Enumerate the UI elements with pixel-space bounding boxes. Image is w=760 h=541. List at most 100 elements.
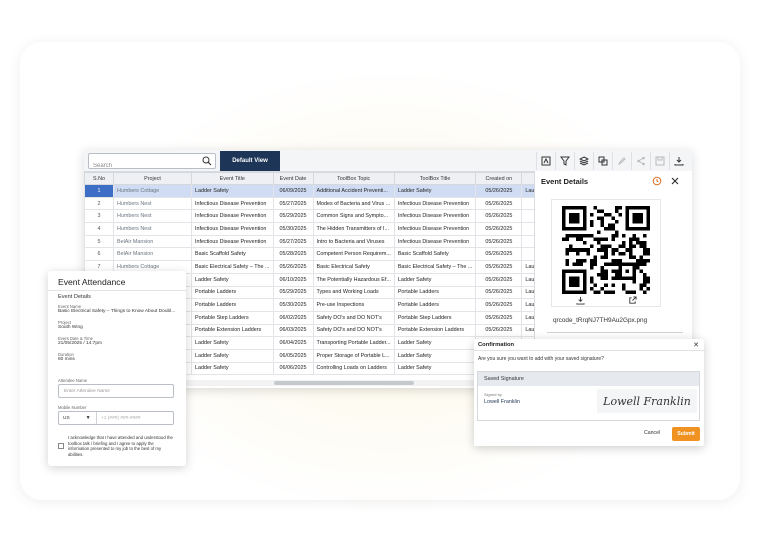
- save-icon[interactable]: [650, 152, 669, 170]
- download-icon[interactable]: [576, 296, 585, 305]
- table-cell-topic: Safety DO's and DO NOT's: [312, 323, 395, 338]
- divider: [48, 290, 186, 291]
- divider: [547, 332, 683, 333]
- table-cell-created: 05/26/2025: [475, 310, 523, 325]
- copy-icon[interactable]: [593, 152, 612, 170]
- table-cell-tbtitle: Basic Scaffold Safety: [393, 247, 477, 262]
- project-value: South Wing: [58, 325, 83, 330]
- dialog-title: Confirmation: [478, 342, 515, 348]
- table-cell-created: 05/26/2025: [475, 196, 523, 211]
- table-cell-tbtitle: Infectious Disease Prevention: [393, 196, 477, 211]
- external-link-icon[interactable]: [628, 296, 637, 305]
- toolbar: Default View: [84, 150, 692, 173]
- submit-button[interactable]: Submit: [672, 427, 700, 441]
- table-cell-date: 06/05/2025: [272, 348, 314, 363]
- table-row[interactable]: 3 Humbers Nest Infectious Disease Preventi…: [84, 209, 551, 224]
- column-header[interactable]: S.No: [84, 172, 114, 185]
- table-cell-date: 05/26/2025: [272, 260, 314, 274]
- table-row[interactable]: 6 BelAir Mansion Basic Scaffold Safety 05/2…: [84, 247, 551, 262]
- table-cell-created: 05/26/2025: [475, 222, 523, 236]
- mobile-number-label: Mobile Number: [58, 405, 87, 410]
- event-attendance-form: Event Attendance Event Details Event Nam…: [48, 271, 186, 466]
- table-row[interactable]: 1 Humbers Cottage Ladder Safety 06/09/2025 A…: [84, 184, 551, 198]
- table-cell-project: Humbers Nest: [113, 222, 192, 236]
- table-cell-tbtitle: Basic Electrical Safety – The ...: [393, 260, 477, 274]
- table-cell-tbtitle: Infectious Disease Prevention: [393, 234, 477, 249]
- table-cell-created: 05/26/2025: [475, 260, 523, 274]
- table-cell-date: 05/29/2025: [272, 209, 314, 224]
- table-cell-title: Ladder Safety: [191, 272, 274, 287]
- table-cell-date: 06/09/2025: [272, 184, 314, 198]
- table-cell-created: 05/26/2025: [475, 323, 523, 338]
- table-cell-title: Basic Electrical Safety – The ...: [191, 260, 274, 274]
- form-title: Event Attendance: [58, 277, 126, 287]
- table-cell-tbtitle: Ladder Safety: [393, 348, 477, 363]
- attendee-name-label: Attendee Name: [58, 378, 88, 383]
- history-icon[interactable]: [652, 176, 662, 186]
- close-icon[interactable]: ✕: [693, 341, 699, 349]
- panel-title: Event Details: [541, 177, 589, 186]
- table-cell-topic: Competent Person Requirem...: [312, 247, 395, 262]
- table-cell-project: Humbers Nest: [113, 196, 192, 211]
- table-cell-project: Humbers Cottage: [113, 184, 192, 198]
- column-header[interactable]: ToolBox Topic: [312, 172, 395, 185]
- table-cell-topic: Transporting Portable Ladder...: [312, 336, 395, 350]
- acknowledge-text: I acknowledge that I have attended and u…: [68, 435, 173, 457]
- column-header[interactable]: ToolBox Title: [393, 172, 477, 185]
- pdf-icon[interactable]: [536, 152, 555, 170]
- search-box[interactable]: [88, 153, 216, 173]
- table-cell-date: 06/06/2025: [272, 361, 314, 376]
- table-cell-date: 05/29/2025: [272, 285, 314, 300]
- table-cell-title: Infectious Disease Prevention: [191, 196, 274, 211]
- scroll-thumb[interactable]: [274, 381, 414, 385]
- table-cell-sno: 6: [84, 247, 114, 262]
- column-header[interactable]: Project: [113, 172, 192, 185]
- table-header-row: S.No Project Event Title Event Date Tool…: [84, 172, 551, 185]
- signed-by-label: Signed by: [484, 392, 502, 397]
- search-input[interactable]: [89, 159, 197, 173]
- edit-icon[interactable]: [612, 152, 631, 170]
- event-name-value: Basic Electrical Safety – Things to Know…: [58, 309, 176, 314]
- table-row[interactable]: 5 BelAir Mansion Infectious Disease Preven…: [84, 234, 551, 249]
- signature-image: Lowell Franklin: [597, 389, 697, 413]
- acknowledge-checkbox[interactable]: [58, 443, 64, 449]
- default-view-button[interactable]: Default View: [220, 151, 280, 171]
- search-icon[interactable]: [202, 156, 212, 166]
- phone-input[interactable]: +1 (###) ###-####: [97, 416, 141, 421]
- table-cell-title: Ladder Safety: [191, 336, 274, 350]
- saved-signature-header: Saved Signature: [478, 372, 699, 386]
- table-cell-created: 05/26/2025: [475, 298, 523, 312]
- column-header[interactable]: Event Title: [191, 172, 274, 185]
- qr-code-image: [562, 206, 650, 294]
- table-cell-tbtitle: Infectious Disease Prevention: [393, 209, 477, 224]
- column-header[interactable]: Created on: [475, 172, 523, 185]
- table-cell-title: Infectious Disease Prevention: [191, 222, 274, 236]
- table-row[interactable]: 4 Humbers Nest Infectious Disease Preventi…: [84, 222, 551, 236]
- table-cell-topic: Modes of Bacteria and Virus ...: [312, 196, 395, 211]
- dialog-question: Are you sure you want to add with your s…: [478, 356, 604, 362]
- table-cell-topic: Additional Accident Preventi...: [312, 184, 395, 198]
- table-cell-title: Infectious Disease Prevention: [191, 234, 274, 249]
- country-code-select[interactable]: US ▼: [59, 412, 97, 424]
- table-cell-created: 05/26/2025: [475, 209, 523, 224]
- close-icon[interactable]: [670, 176, 680, 186]
- mobile-number-field[interactable]: US ▼ +1 (###) ###-####: [58, 411, 174, 425]
- attendee-name-input[interactable]: Enter Attendee Name: [58, 384, 174, 398]
- table-cell-date: 05/27/2025: [272, 234, 314, 249]
- download-icon[interactable]: [669, 152, 688, 170]
- datetime-value: 21/05/2025 / 14:7pm: [58, 341, 103, 346]
- table-cell-topic: The Hidden Transmitters of I...: [312, 222, 395, 236]
- table-cell-date: 05/30/2025: [272, 222, 314, 236]
- table-cell-tbtitle: Portable Step Ladders: [393, 310, 477, 325]
- table-cell-tbtitle: Infectious Disease Prevention: [393, 222, 477, 236]
- table-cell-tbtitle: Portable Ladders: [393, 298, 477, 312]
- table-cell-tbtitle: Portable Extension Ladders: [393, 323, 477, 338]
- filter-icon[interactable]: [555, 152, 574, 170]
- share-icon[interactable]: [631, 152, 650, 170]
- cancel-button[interactable]: Cancel: [644, 430, 660, 436]
- table-cell-topic: Intro to Bacteria and Viruses: [312, 234, 395, 249]
- column-header[interactable]: Event Date: [272, 172, 314, 185]
- table-row[interactable]: 2 Humbers Nest Infectious Disease Preventi…: [84, 196, 551, 211]
- layers-icon[interactable]: [574, 152, 593, 170]
- table-cell-title: Infectious Disease Prevention: [191, 209, 274, 224]
